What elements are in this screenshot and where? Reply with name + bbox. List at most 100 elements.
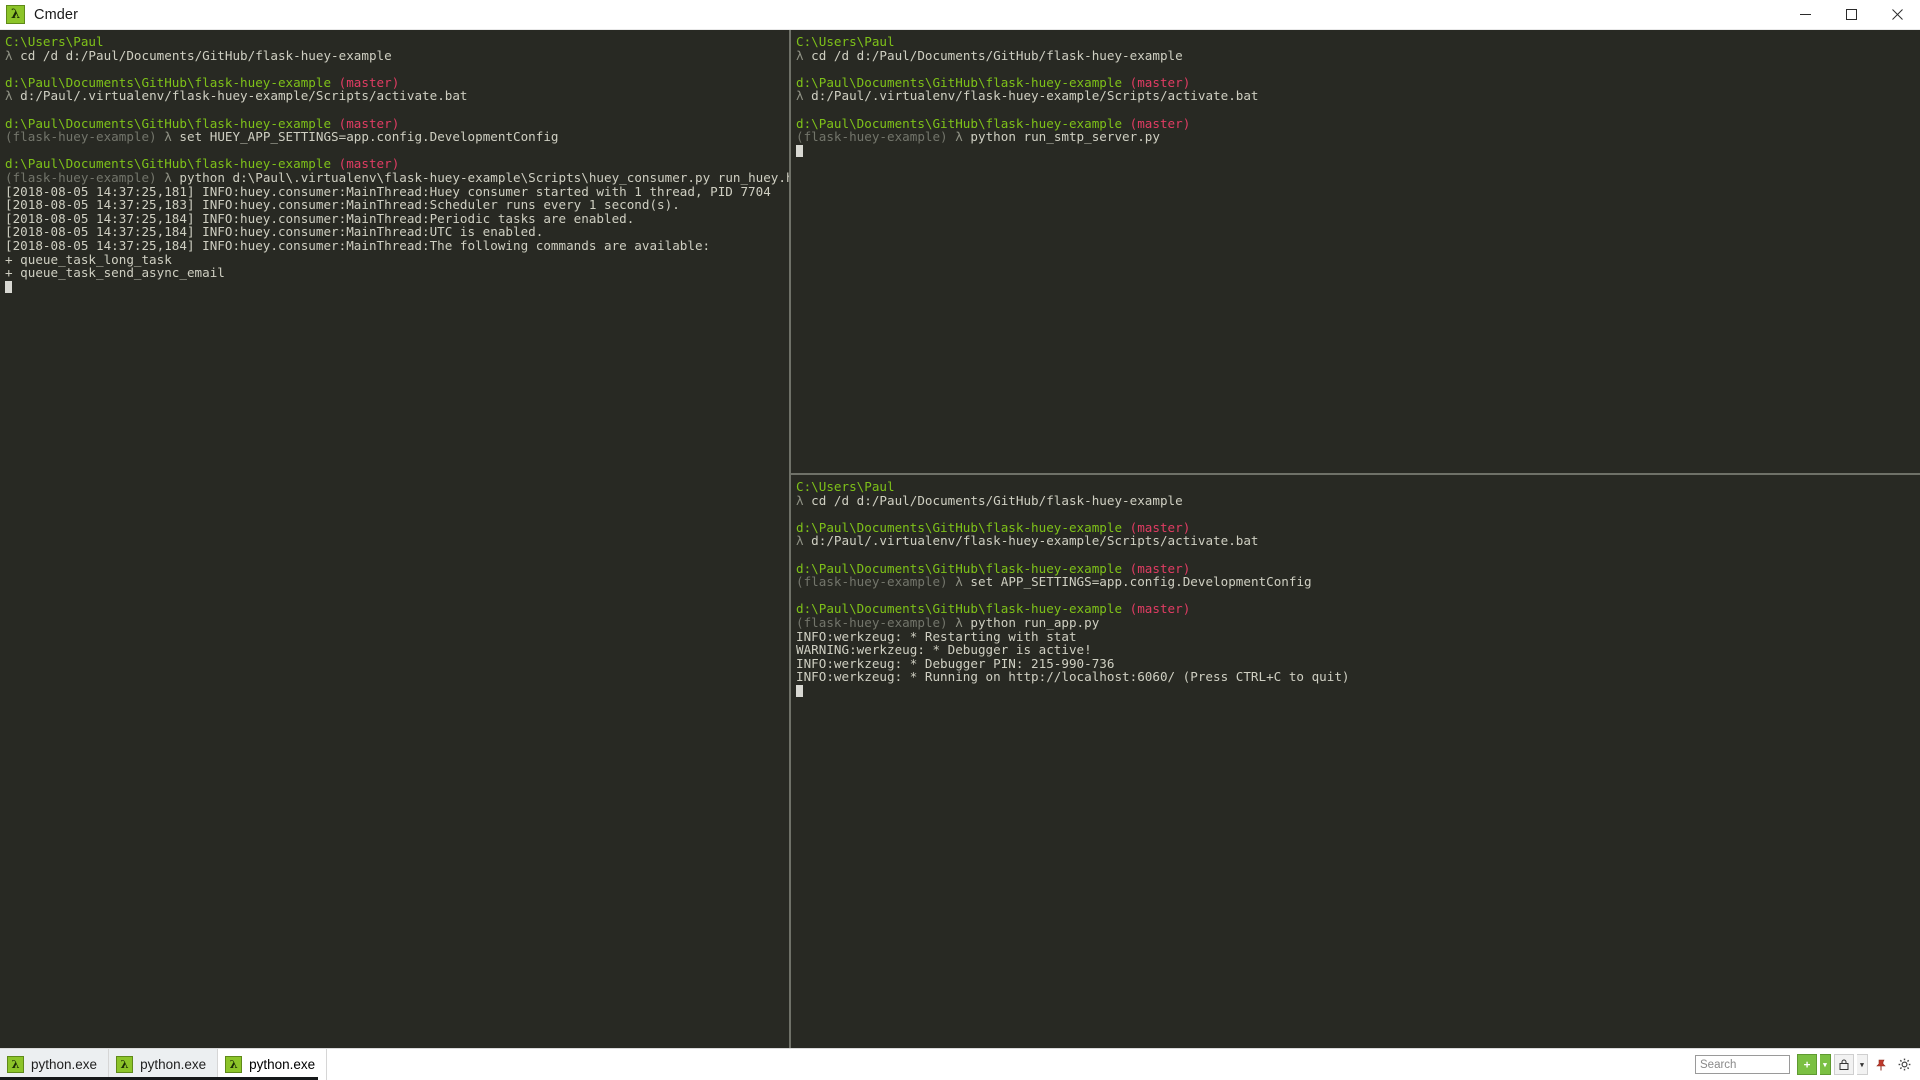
- lock-dropdown[interactable]: ▼: [1857, 1054, 1868, 1075]
- terminal-prompt-line: d:\Paul\Documents\GitHub\flask-huey-exam…: [5, 75, 789, 90]
- terminal-pane-huey-consumer[interactable]: C:\Users\Paul λ cd /d d:/Paul/Documents/G…: [0, 30, 789, 1048]
- terminal-output-smtp-server: C:\Users\Paul λ cd /d d:/Paul/Documents/G…: [796, 35, 1920, 157]
- close-button[interactable]: [1874, 0, 1920, 30]
- tab-label: python.exe: [31, 1057, 98, 1072]
- terminal-output-line: INFO:werkzeug: * Running on http://local…: [796, 669, 1350, 685]
- horizontal-splitter[interactable]: [791, 473, 1920, 475]
- terminal-output-line: [2018-08-05 14:37:25,181] INFO:huey.cons…: [5, 183, 771, 199]
- command-text: python run_app.py: [962, 614, 1100, 630]
- terminal-output-huey-consumer: C:\Users\Paul λ cd /d d:/Paul/Documents/G…: [5, 35, 789, 293]
- text-cursor: [5, 280, 12, 293]
- command-text: cd /d d:/Paul/Documents/GitHub/flask-hue…: [12, 47, 392, 63]
- pin-icon[interactable]: [1871, 1054, 1891, 1075]
- terminal-output-line: + queue_task_long_task: [5, 251, 172, 267]
- lambda-icon: λ: [7, 1056, 24, 1073]
- terminal-cursor-line: [796, 684, 1920, 698]
- lambda-icon: λ: [225, 1056, 243, 1073]
- terminal-prompt-line: d:\Paul\Documents\GitHub\flask-huey-exam…: [796, 602, 1920, 616]
- terminal-cursor-line: [5, 280, 789, 294]
- terminal-pane-smtp-server[interactable]: C:\Users\Paul λ cd /d d:/Paul/Documents/G…: [791, 30, 1920, 473]
- command-text: set APP_SETTINGS=app.config.DevelopmentC…: [962, 574, 1312, 590]
- vertical-splitter[interactable]: [789, 30, 791, 1048]
- terminal-prompt-line: d:\Paul\Documents\GitHub\flask-huey-exam…: [796, 116, 1920, 131]
- terminal-output-line: + queue_task_send_async_email: [5, 265, 225, 281]
- maximize-button[interactable]: [1828, 0, 1874, 30]
- terminal-command-line: (flask-huey-example) λ python d:\Paul\.v…: [5, 171, 789, 185]
- tab-1[interactable]: λ python.exe: [109, 1049, 219, 1080]
- lock-button[interactable]: [1834, 1054, 1854, 1075]
- tab-bar: λ python.exe λ python.exe λ python.exe + ▼ ▼: [0, 1048, 1920, 1080]
- terminal-command-line: λ d:/Paul/.virtualenv/flask-huey-example…: [796, 89, 1920, 103]
- tab-label: python.exe: [249, 1057, 316, 1072]
- text-cursor: [796, 144, 803, 157]
- gear-icon[interactable]: [1894, 1054, 1914, 1075]
- terminal-output-line: [2018-08-05 14:37:25,183] INFO:huey.cons…: [5, 197, 680, 213]
- command-text: d:/Paul/.virtualenv/flask-huey-example/S…: [12, 88, 468, 104]
- terminal-prompt-line: d:\Paul\Documents\GitHub\flask-huey-exam…: [796, 520, 1920, 535]
- tab-0[interactable]: λ python.exe: [0, 1049, 110, 1080]
- terminal-prompt-line: C:\Users\Paul: [796, 35, 1920, 49]
- command-text: python run_smtp_server.py: [962, 129, 1160, 145]
- terminal-command-line: (flask-huey-example) λ python run_smtp_s…: [796, 130, 1920, 144]
- terminal-output-line: [2018-08-05 14:37:25,184] INFO:huey.cons…: [5, 210, 635, 226]
- terminal-pane-flask-app[interactable]: C:\Users\Paul λ cd /d d:/Paul/Documents/G…: [791, 475, 1920, 1048]
- terminal-cursor-line: [796, 144, 1920, 158]
- terminal-output-line: WARNING:werkzeug: * Debugger is active!: [796, 642, 1092, 658]
- terminal-prompt-line: d:\Paul\Documents\GitHub\flask-huey-exam…: [796, 75, 1920, 90]
- terminal-command-line: (flask-huey-example) λ set APP_SETTINGS=…: [796, 575, 1920, 589]
- git-branch: (master): [1129, 601, 1191, 617]
- lambda-prompt-icon: λ: [955, 574, 963, 590]
- tab-label: python.exe: [140, 1057, 207, 1072]
- text-cursor: [796, 684, 803, 697]
- terminal-prompt-line: C:\Users\Paul: [5, 35, 789, 49]
- terminal-output-line: [2018-08-05 14:37:25,184] INFO:huey.cons…: [5, 224, 544, 240]
- terminal-area: C:\Users\Paul λ cd /d d:/Paul/Documents/G…: [0, 30, 1920, 1048]
- new-console-dropdown[interactable]: ▼: [1820, 1054, 1831, 1075]
- terminal-output-line: INFO:werkzeug: * Debugger PIN: 215-990-7…: [796, 655, 1115, 671]
- tab-bar-empty-space[interactable]: [327, 1049, 1695, 1080]
- terminal-command-line: λ cd /d d:/Paul/Documents/GitHub/flask-h…: [5, 47, 789, 63]
- lambda-prompt-icon: λ: [955, 614, 963, 630]
- terminal-command-line: λ d:/Paul/.virtualenv/flask-huey-example…: [796, 534, 1920, 548]
- terminal-command-line: (flask-huey-example) λ set HUEY_APP_SETT…: [5, 130, 789, 144]
- terminal-prompt-line: C:\Users\Paul: [796, 480, 1920, 494]
- venv-prefix: (flask-huey-example): [5, 169, 165, 185]
- command-text: set HUEY_APP_SETTINGS=app.config.Develop…: [171, 129, 559, 145]
- lambda-prompt-icon: λ: [955, 129, 963, 145]
- venv-prefix: (flask-huey-example): [796, 574, 956, 590]
- minimize-button[interactable]: [1782, 0, 1828, 30]
- terminal-command-line: λ d:/Paul/.virtualenv/flask-huey-example…: [5, 89, 789, 103]
- tab-bar-controls: + ▼ ▼: [1695, 1049, 1920, 1080]
- cmder-window: λ Cmder C:\Users\Paul λ cd /d d:/Paul/Doc…: [0, 0, 1920, 1080]
- new-console-button[interactable]: +: [1797, 1054, 1817, 1075]
- command-text: python d:\Paul\.virtualenv\flask-huey-ex…: [171, 169, 789, 185]
- lambda-prompt-icon: λ: [164, 169, 172, 185]
- terminal-prompt-line: d:\Paul\Documents\GitHub\flask-huey-exam…: [5, 157, 789, 171]
- search-input[interactable]: [1695, 1055, 1790, 1074]
- terminal-prompt-line: d:\Paul\Documents\GitHub\flask-huey-exam…: [796, 561, 1920, 576]
- lambda-prompt-icon: λ: [164, 129, 172, 145]
- venv-prefix: (flask-huey-example): [796, 129, 956, 145]
- command-text: d:/Paul/.virtualenv/flask-huey-example/S…: [803, 88, 1259, 104]
- window-title: Cmder: [34, 6, 79, 23]
- terminal-output-line: INFO:werkzeug: * Restarting with stat: [796, 628, 1077, 644]
- terminal-command-line: λ cd /d d:/Paul/Documents/GitHub/flask-h…: [796, 48, 1920, 63]
- tabs-container: λ python.exe λ python.exe λ python.exe: [0, 1049, 328, 1080]
- command-text: d:/Paul/.virtualenv/flask-huey-example/S…: [803, 533, 1259, 549]
- tab-2[interactable]: λ python.exe: [218, 1049, 328, 1080]
- venv-prefix: (flask-huey-example): [796, 614, 956, 630]
- title-bar: λ Cmder: [0, 0, 1920, 30]
- venv-prefix: (flask-huey-example): [5, 129, 165, 145]
- command-text: cd /d d:/Paul/Documents/GitHub/flask-hue…: [803, 492, 1183, 508]
- lambda-icon: λ: [6, 5, 25, 24]
- terminal-output-line: [2018-08-05 14:37:25,184] INFO:huey.cons…: [5, 237, 711, 253]
- lambda-icon: λ: [116, 1056, 134, 1073]
